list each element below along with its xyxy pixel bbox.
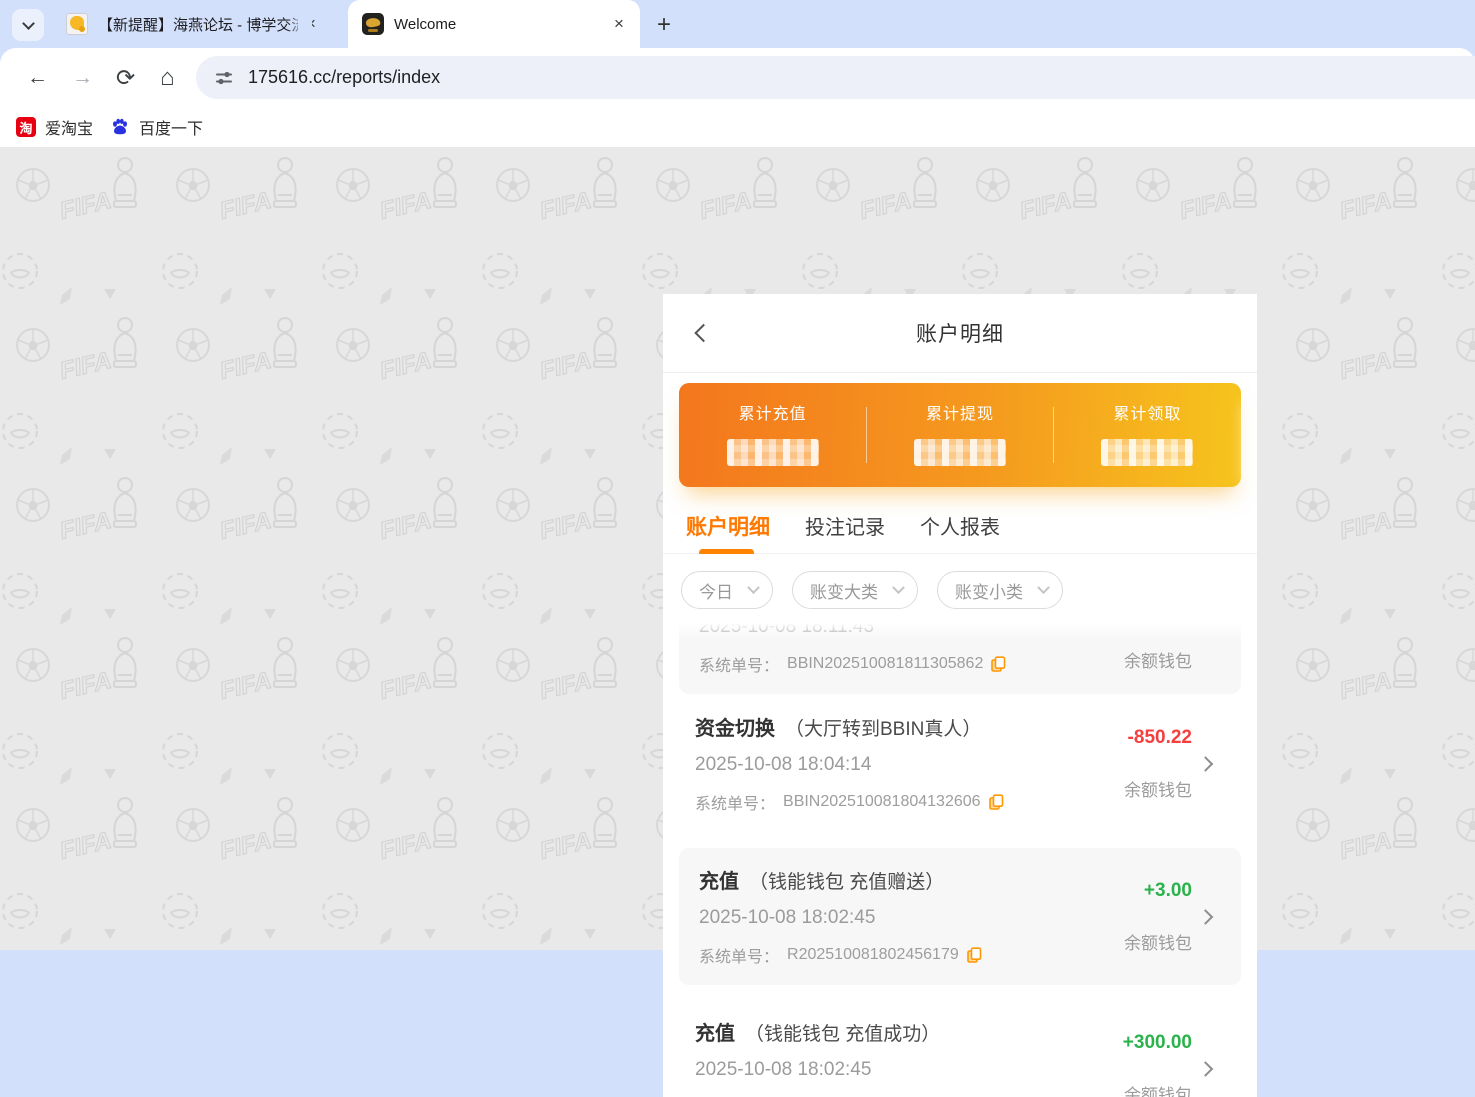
filter-bar: 今日 账变大类 账变小类 xyxy=(663,554,1257,624)
bookmark-taobao[interactable]: 淘 爱淘宝 xyxy=(8,112,101,142)
row-right: +300.00 余额钱包 xyxy=(1123,999,1192,1097)
baidu-paw-icon xyxy=(110,117,130,137)
table-row[interactable]: 充值 （钱能钱包 充值赠送） 2025-10-08 18:02:45 系统单号：… xyxy=(679,848,1241,985)
address-bar[interactable]: 175616.cc/reports/index xyxy=(196,56,1475,99)
filter-major-category-dropdown[interactable]: 账变大类 xyxy=(792,571,918,609)
filter-label: 今日 xyxy=(699,578,733,603)
order-number: BBIN202510081811305862 xyxy=(787,655,983,673)
transaction-list[interactable]: 2025-10-08 18:11:43 系统单号： BBIN2025100818… xyxy=(663,624,1257,1097)
chevron-down-icon xyxy=(22,17,35,30)
stat-total-withdraw: 累计提现 xyxy=(866,383,1053,487)
app-header: 账户明细 xyxy=(663,294,1257,373)
close-icon[interactable]: × xyxy=(606,11,632,37)
stats-card-wrap: 累计充值 累计提现 累计领取 xyxy=(663,373,1257,487)
stat-label: 累计领取 xyxy=(1113,400,1181,424)
filter-minor-category-dropdown[interactable]: 账变小类 xyxy=(937,571,1063,609)
chevron-right-icon[interactable] xyxy=(1198,909,1214,925)
reload-icon[interactable]: ⟳ xyxy=(116,64,135,91)
row-right: -850.22 余额钱包 xyxy=(1124,694,1192,834)
divider xyxy=(866,407,867,463)
browser-toolbar: ← → ⟳ ⌂ 175616.cc/reports/index xyxy=(0,48,1475,107)
app-panel: 账户明细 累计充值 累计提现 累计领取 xyxy=(663,294,1257,1097)
amount: -850.22 xyxy=(1128,727,1192,749)
row-title: 资金切换 xyxy=(695,712,775,741)
tab-search-button[interactable] xyxy=(12,9,44,41)
wallet-type: 余额钱包 xyxy=(1124,647,1192,672)
bookmark-label: 百度一下 xyxy=(139,115,203,139)
redacted-value xyxy=(727,439,819,466)
tab-bet-records[interactable]: 投注记录 xyxy=(805,508,885,553)
chevron-right-icon[interactable] xyxy=(1198,756,1214,772)
amount: +3.00 xyxy=(1144,880,1192,902)
browser-tabstrip: 【新提醒】海燕论坛 - 博学交流 × Welcome × + xyxy=(0,0,1475,48)
forum-favicon-icon xyxy=(66,13,88,35)
browser-tab-welcome[interactable]: Welcome × xyxy=(348,0,640,48)
copy-icon[interactable] xyxy=(989,794,1004,811)
wallet-type: 余额钱包 xyxy=(1124,776,1192,801)
tab-title: Welcome xyxy=(394,16,606,33)
row-date: 2025-10-08 18:02:45 xyxy=(699,907,1192,929)
chevron-right-icon[interactable] xyxy=(1198,1061,1214,1077)
row-title: 充值 xyxy=(695,1017,735,1046)
wallet-type: 余额钱包 xyxy=(1124,1081,1192,1097)
amount: +300.00 xyxy=(1123,1032,1192,1054)
back-icon[interactable]: ← xyxy=(27,66,48,90)
new-tab-button[interactable]: + xyxy=(648,9,680,41)
home-icon[interactable]: ⌂ xyxy=(160,64,175,92)
tab-personal-report[interactable]: 个人报表 xyxy=(920,508,1000,553)
browser-tab-forum[interactable]: 【新提醒】海燕论坛 - 博学交流 × xyxy=(52,0,340,48)
forward-icon[interactable]: → xyxy=(72,66,93,90)
taobao-icon: 淘 xyxy=(16,117,36,137)
tab-account-detail[interactable]: 账户明细 xyxy=(686,508,770,553)
page-background: FIFA xyxy=(0,147,1475,950)
order-label: 系统单号： xyxy=(699,652,779,676)
row-order: 系统单号： R202510081802456179 xyxy=(699,943,1192,967)
filter-date-dropdown[interactable]: 今日 xyxy=(681,571,773,609)
row-date: 2025-10-08 18:04:14 xyxy=(695,754,1192,776)
filter-label: 账变大类 xyxy=(810,578,878,603)
chevron-down-icon xyxy=(1037,581,1050,594)
order-number: BBIN202510081804132606 xyxy=(783,793,981,811)
bookmark-label: 爱淘宝 xyxy=(45,115,93,139)
copy-icon[interactable] xyxy=(991,656,1006,673)
site-info-icon[interactable] xyxy=(214,68,234,88)
back-chevron-icon[interactable] xyxy=(694,324,712,342)
page-title: 账户明细 xyxy=(916,318,1004,348)
chevron-down-icon xyxy=(892,581,905,594)
welcome-favicon-icon xyxy=(362,13,384,35)
order-number: R202510081802456179 xyxy=(787,946,959,964)
table-row[interactable]: 充值 （钱能钱包 充值成功） 2025-10-08 18:02:45 系统单号：… xyxy=(663,999,1257,1097)
order-label: 系统单号： xyxy=(695,790,775,814)
stat-label: 累计提现 xyxy=(926,400,994,424)
row-right: +3.00 余额钱包 xyxy=(1124,848,1192,985)
copy-icon[interactable] xyxy=(967,947,982,964)
row-note: （钱能钱包 充值成功） xyxy=(745,1019,940,1046)
tab-title-fade xyxy=(286,10,312,38)
stat-total-claimed: 累计领取 xyxy=(1054,383,1241,487)
row-date: 2025-10-08 18:02:45 xyxy=(695,1059,1192,1081)
tab-title: 【新提醒】海燕论坛 - 博学交流 xyxy=(98,14,298,35)
divider xyxy=(1053,407,1054,463)
chevron-down-icon xyxy=(747,581,760,594)
scroll-fade-overlay xyxy=(663,624,1257,640)
blur-artifact xyxy=(1243,401,1257,485)
stats-card: 累计充值 累计提现 累计领取 xyxy=(679,383,1241,487)
redacted-value xyxy=(914,439,1006,466)
bookmarks-bar: 淘 爱淘宝 百度一下 xyxy=(0,107,1475,147)
stat-total-deposit: 累计充值 xyxy=(679,383,866,487)
row-note: （大厅转到BBIN真人） xyxy=(785,714,981,741)
row-title: 充值 xyxy=(699,865,739,894)
row-order: 系统单号： BBIN202510081811305862 xyxy=(699,652,1192,676)
filter-label: 账变小类 xyxy=(955,578,1023,603)
stat-label: 累计充值 xyxy=(739,400,807,424)
row-order: 系统单号： BBIN202510081804132606 xyxy=(695,790,1192,814)
section-tabs: 账户明细 投注记录 个人报表 xyxy=(663,508,1257,554)
bookmark-baidu[interactable]: 百度一下 xyxy=(102,112,211,142)
order-label: 系统单号： xyxy=(699,943,779,967)
url-text: 175616.cc/reports/index xyxy=(248,67,440,88)
row-note: （钱能钱包 充值赠送） xyxy=(749,867,944,894)
redacted-value xyxy=(1101,439,1193,466)
table-row[interactable]: 资金切换 （大厅转到BBIN真人） 2025-10-08 18:04:14 系统… xyxy=(663,694,1257,834)
